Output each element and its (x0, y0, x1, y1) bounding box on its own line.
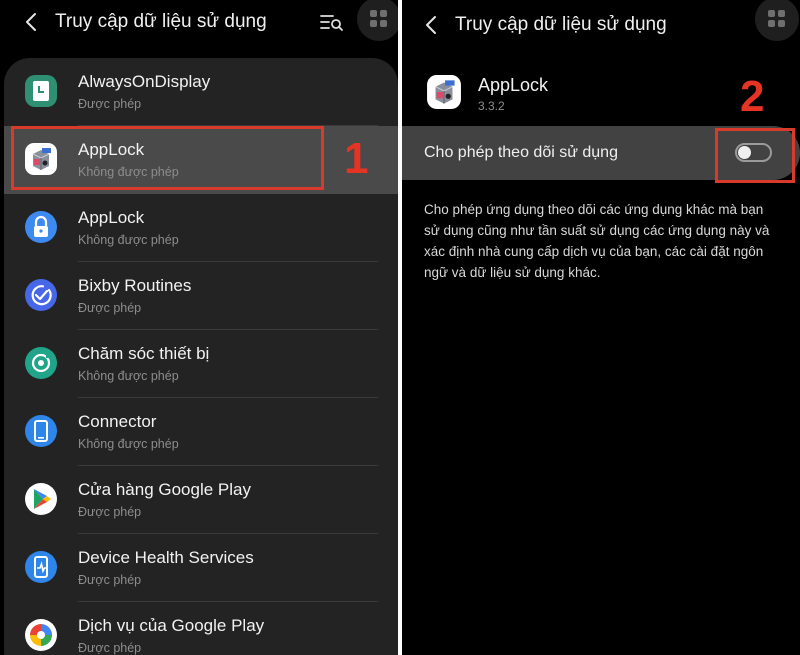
app-name: AppLock (478, 75, 549, 95)
permission-status: Được phép (78, 573, 142, 587)
google-play-services-icon (25, 619, 57, 651)
google-play-store-icon (25, 483, 57, 515)
apps-grid-button[interactable] (755, 0, 799, 41)
permission-status: Không được phép (78, 437, 179, 451)
app-name: Dịch vụ của Google Play (78, 616, 265, 635)
back-arrow-icon[interactable] (20, 10, 44, 34)
list-item-connector[interactable]: Connector Không được phép (4, 398, 398, 466)
list-item-device-care[interactable]: Chăm sóc thiết bị Không được phép (4, 330, 398, 398)
app-usage-access-detail-screen: Truy cập dữ liệu sử dụng AppLock 3.3.2 2… (402, 0, 800, 655)
applock-app-icon (427, 75, 461, 109)
list-item-google-play-services[interactable]: Dịch vụ của Google Play Được phép (4, 602, 398, 655)
page-title: Truy cập dữ liệu sử dụng (55, 11, 267, 32)
page-title: Truy cập dữ liệu sử dụng (455, 14, 667, 35)
list-item-bixby-routines[interactable]: Bixby Routines Được phép (4, 262, 398, 330)
bixby-routines-icon (25, 279, 57, 311)
app-version: 3.3.2 (478, 99, 505, 113)
app-name: Bixby Routines (78, 276, 192, 295)
step-1-number: 1 (344, 134, 369, 183)
app-name: Chăm sóc thiết bị (78, 344, 210, 363)
permission-status: Được phép (78, 97, 142, 111)
permission-status: Được phép (78, 641, 142, 655)
back-arrow-icon[interactable] (420, 13, 444, 37)
app-name: Cửa hàng Google Play (78, 480, 251, 499)
list-item-google-play-store[interactable]: Cửa hàng Google Play Được phép (4, 466, 398, 534)
step-2-number: 2 (740, 72, 765, 121)
usage-access-list-screen: Truy cập dữ liệu sử dụng AlwaysOnDisplay… (0, 0, 398, 655)
permission-status: Được phép (78, 505, 142, 519)
grid-icon (768, 10, 786, 28)
list-item-applock[interactable]: AppLock Không được phép (4, 194, 398, 262)
permission-description: Cho phép ứng dụng theo dõi các ứng dụng … (424, 202, 770, 280)
grid-icon (370, 10, 388, 28)
device-care-icon (25, 347, 57, 379)
device-health-icon (25, 551, 57, 583)
list-item-device-health-services[interactable]: Device Health Services Được phép (4, 534, 398, 602)
app-name: AlwaysOnDisplay (78, 72, 211, 91)
search-list-icon[interactable] (318, 10, 344, 34)
list-item-alwaysondisplay[interactable]: AlwaysOnDisplay Được phép (4, 58, 398, 126)
always-on-display-icon (25, 75, 57, 107)
permission-status: Không được phép (78, 369, 179, 383)
app-name: AppLock (78, 208, 145, 227)
step-1-highlight-box (11, 126, 324, 190)
toggle-label: Cho phép theo dõi sử dụng (424, 144, 618, 161)
app-name: Device Health Services (78, 548, 254, 567)
app-name: Connector (78, 412, 157, 431)
apps-grid-button[interactable] (357, 0, 398, 41)
permission-status: Được phép (78, 301, 142, 315)
permission-status: Không được phép (78, 233, 179, 247)
connector-icon (25, 415, 57, 447)
applock-padlock-icon (25, 211, 57, 243)
step-2-highlight-box (715, 128, 795, 183)
